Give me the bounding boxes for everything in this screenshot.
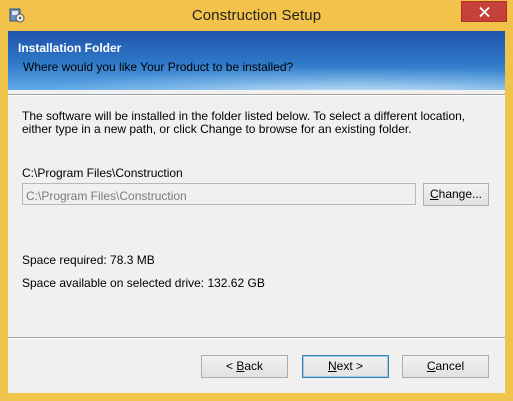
banner-subheading: Where would you like Your Product to be … <box>23 60 294 74</box>
space-required-text: Space required: 78.3 MB <box>22 253 155 267</box>
close-button[interactable] <box>461 1 507 22</box>
header-banner: Installation Folder Where would you like… <box>8 31 505 90</box>
back-button-prefix: < <box>225 359 237 373</box>
change-button[interactable]: Change... <box>423 183 489 206</box>
change-button-label: hange... <box>438 187 483 201</box>
cancel-button-label: ancel <box>435 359 465 373</box>
change-button-accelerator: C <box>429 187 439 201</box>
title-bar[interactable]: Construction Setup <box>0 0 513 32</box>
banner-heading: Installation Folder <box>18 41 122 55</box>
window-title: Construction Setup <box>191 7 322 24</box>
space-available-text: Space available on selected drive: 132.6… <box>22 276 265 290</box>
setup-window: Construction Setup Installation Folder W… <box>0 0 513 401</box>
next-button[interactable]: Next > <box>302 355 389 378</box>
back-button[interactable]: < Back <box>201 355 288 378</box>
dialog-client-area: Installation Folder Where would you like… <box>8 31 505 393</box>
install-description: The software will be installed in the fo… <box>22 109 466 136</box>
cancel-button[interactable]: Cancel <box>402 355 489 378</box>
footer-separator <box>8 337 505 339</box>
next-button-accelerator: N <box>327 359 337 373</box>
close-icon <box>479 7 490 17</box>
back-button-label: ack <box>244 359 264 373</box>
install-path-label: C:\Program Files\Construction <box>22 166 183 180</box>
banner-separator <box>8 94 505 96</box>
install-path-field[interactable] <box>22 183 416 205</box>
next-button-label: ext > <box>336 359 364 373</box>
